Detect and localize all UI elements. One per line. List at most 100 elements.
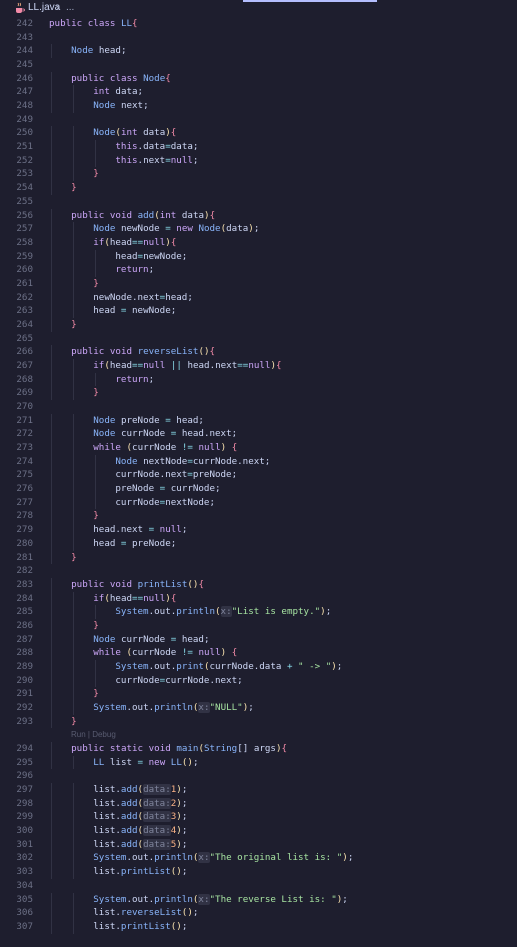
code-text[interactable]: head = newNode;	[49, 304, 176, 318]
code-line[interactable]: 258 if(head==null){	[0, 235, 517, 250]
code-text[interactable]: list.printList();	[49, 865, 187, 879]
code-line[interactable]: 252 this.next=null;	[0, 153, 517, 168]
code-text[interactable]: }	[49, 715, 77, 729]
code-line[interactable]: 251 this.data=data;	[0, 140, 517, 154]
code-line[interactable]: 303 list.printList();	[0, 865, 517, 879]
code-text[interactable]: list.add(data:2);	[49, 797, 187, 811]
code-line[interactable]: 277 currNode=nextNode;	[0, 495, 517, 510]
code-line[interactable]: 284 if(head==null){	[0, 591, 517, 606]
code-line[interactable]: 294 public static void main(String[] arg…	[0, 742, 517, 756]
code-text[interactable]: public class LL{	[49, 17, 138, 31]
code-line[interactable]: 285 System.out.println(x:"List is empty.…	[0, 605, 517, 619]
code-text[interactable]: list.reverseList();	[49, 906, 198, 920]
code-line[interactable]: 259 head=newNode;	[0, 249, 517, 264]
code-line[interactable]: 267 if(head==null || head.next==null){	[0, 359, 517, 373]
code-text[interactable]: }	[49, 619, 99, 633]
code-text[interactable]: }	[49, 167, 99, 181]
code-line[interactable]: 306 list.reverseList();	[0, 906, 517, 920]
code-line[interactable]: 282	[0, 564, 517, 578]
code-text[interactable]: currNode.next=preNode;	[49, 468, 237, 482]
code-line[interactable]: 292 System.out.println(x:"NULL");	[0, 701, 517, 715]
code-line[interactable]: 296	[0, 769, 517, 783]
code-text[interactable]: if(head==null || head.next==null){	[49, 359, 281, 373]
code-line[interactable]: 302 System.out.println(x:"The original l…	[0, 851, 517, 866]
code-line[interactable]: 263 head = newNode;	[0, 304, 517, 318]
code-text[interactable]: list.add(data:1);	[49, 783, 187, 797]
code-text[interactable]: Node currNode = head.next;	[49, 427, 237, 441]
code-line[interactable]: 249	[0, 113, 517, 127]
code-text[interactable]: Node nextNode=currNode.next;	[49, 455, 270, 469]
code-text[interactable]: while (currNode != null) {	[49, 646, 237, 660]
code-text[interactable]: Node next;	[49, 99, 148, 113]
code-text[interactable]: System.out.println(x:"List is empty.");	[49, 605, 331, 619]
code-text[interactable]: Node head;	[49, 44, 126, 58]
code-text[interactable]: list.add(data:3);	[49, 810, 187, 824]
code-text[interactable]: System.out.println(x:"The original list …	[49, 851, 353, 865]
code-line[interactable]: 300 list.add(data:4);	[0, 824, 517, 838]
code-line[interactable]: 299 list.add(data:3);	[0, 810, 517, 825]
code-text[interactable]: }	[49, 181, 77, 195]
code-line[interactable]: 304	[0, 879, 517, 893]
code-line[interactable]: 291 }	[0, 687, 517, 701]
code-text[interactable]: currNode=currNode.next;	[49, 674, 242, 688]
code-text[interactable]: System.out.println(x:"The reverse List i…	[49, 893, 348, 907]
code-line[interactable]: 305 System.out.println(x:"The reverse Li…	[0, 892, 517, 907]
code-text[interactable]: }	[49, 318, 77, 332]
code-text[interactable]: Node preNode = head;	[49, 414, 204, 428]
code-line[interactable]: 255	[0, 195, 517, 209]
code-line[interactable]: 298 list.add(data:2);	[0, 796, 517, 811]
code-text[interactable]: head = preNode;	[49, 537, 176, 551]
code-text[interactable]: Node(int data){	[49, 126, 176, 140]
code-text[interactable]: Node newNode = new Node(data);	[49, 222, 259, 236]
code-line[interactable]: 242 public class LL{	[0, 17, 517, 31]
code-line[interactable]: 269 }	[0, 386, 517, 401]
code-line[interactable]: 247 int data;	[0, 85, 517, 100]
code-line[interactable]: 280 head = preNode;	[0, 536, 517, 551]
code-text[interactable]: }	[49, 386, 99, 400]
code-text[interactable]: head.next = null;	[49, 523, 187, 537]
code-line[interactable]: 250 Node(int data){	[0, 126, 517, 141]
code-text[interactable]: public void printList(){	[49, 578, 204, 592]
code-text[interactable]: public static void main(String[] args){	[49, 742, 287, 756]
code-line[interactable]: 301 list.add(data:5);	[0, 837, 517, 852]
code-line[interactable]: 297 list.add(data:1);	[0, 783, 517, 797]
code-line[interactable]: 307 list.printList();	[0, 919, 517, 934]
code-text[interactable]: if(head==null){	[49, 236, 176, 250]
code-line[interactable]: 245	[0, 58, 517, 72]
code-text[interactable]: return;	[49, 263, 154, 277]
code-line[interactable]: 289 System.out.print(currNode.data + " -…	[0, 659, 517, 674]
code-line[interactable]: 274 Node nextNode=currNode.next;	[0, 454, 517, 469]
code-text[interactable]: public void reverseList(){	[49, 345, 215, 359]
code-line[interactable]: 287 Node currNode = head;	[0, 632, 517, 647]
code-line[interactable]: 266 public void reverseList(){	[0, 345, 517, 359]
code-line[interactable]: 290 currNode=currNode.next;	[0, 673, 517, 688]
code-line[interactable]: 295 LL list = new LL();	[0, 755, 517, 770]
code-editor[interactable]: 242 public class LL{243 244 Node head; 245 2…	[0, 17, 517, 947]
code-line[interactable]: 257 Node newNode = new Node(data);	[0, 222, 517, 236]
code-line[interactable]: 261 }	[0, 276, 517, 291]
code-line[interactable]: 272 Node currNode = head.next;	[0, 427, 517, 442]
code-line[interactable]: 278 }	[0, 509, 517, 524]
code-text[interactable]: System.out.print(currNode.data + " -> ")…	[49, 660, 342, 674]
code-line[interactable]: 244 Node head;	[0, 44, 517, 59]
code-text[interactable]: preNode = currNode;	[49, 482, 220, 496]
code-line[interactable]: 275 currNode.next=preNode;	[0, 468, 517, 483]
code-text[interactable]: list.add(data:5);	[49, 838, 187, 852]
code-text[interactable]: newNode.next=head;	[49, 291, 193, 305]
code-text[interactable]: }	[49, 551, 77, 565]
code-line[interactable]: Run | Debug	[0, 728, 517, 742]
code-line[interactable]: 262 newNode.next=head;	[0, 290, 517, 305]
code-text[interactable]: if(head==null){	[49, 592, 176, 606]
code-line[interactable]: 279 head.next = null;	[0, 523, 517, 537]
code-text[interactable]: currNode=nextNode;	[49, 496, 215, 510]
code-line[interactable]: 260 return;	[0, 263, 517, 277]
code-line[interactable]: 286 }	[0, 618, 517, 633]
code-text[interactable]: }	[49, 687, 99, 701]
code-line[interactable]: 270	[0, 400, 517, 414]
code-line[interactable]: 246 public class Node{	[0, 71, 517, 86]
code-line[interactable]: 293 }	[0, 714, 517, 729]
code-text[interactable]: Node currNode = head;	[49, 633, 209, 647]
code-text[interactable]: public void add(int data){	[49, 209, 215, 223]
code-line[interactable]: 253 }	[0, 167, 517, 182]
code-text[interactable]: this.data=data;	[49, 140, 198, 154]
